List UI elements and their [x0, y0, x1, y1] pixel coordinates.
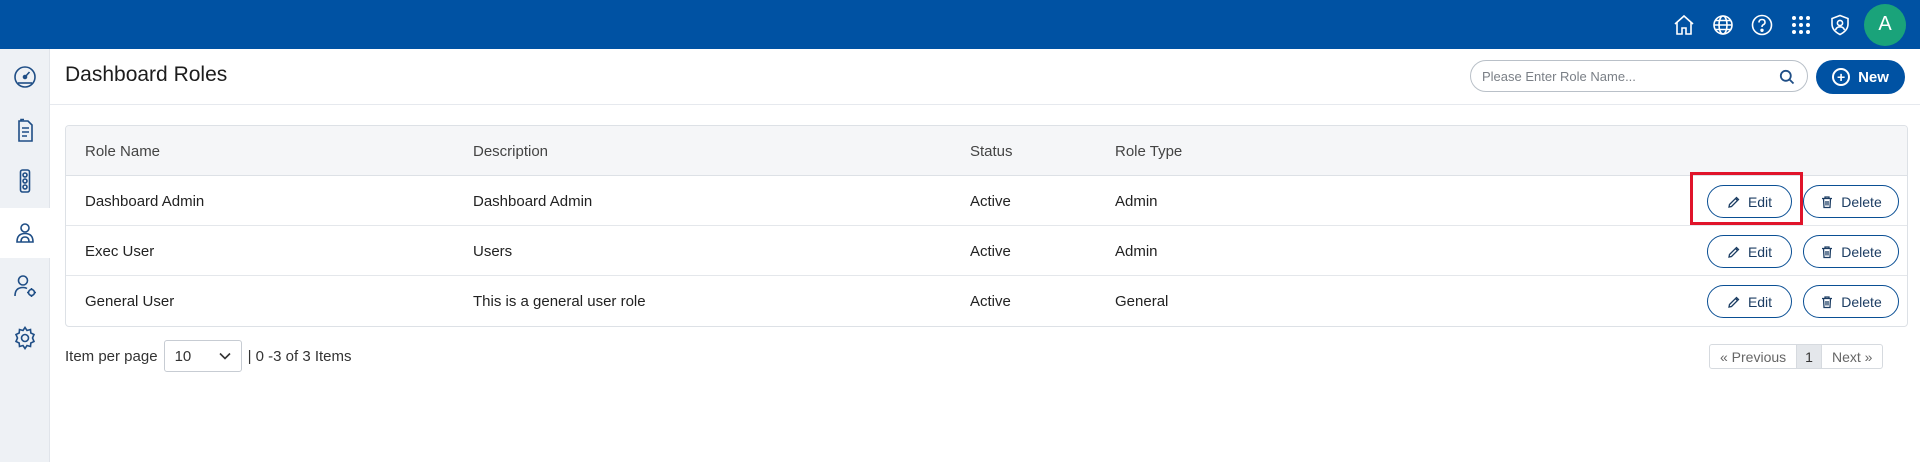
new-role-button[interactable]: + New	[1816, 60, 1905, 94]
sidebar-item-roles[interactable]	[0, 208, 50, 258]
apps-grid-icon[interactable]	[1787, 11, 1815, 39]
column-header-role-type[interactable]: Role Type	[1115, 126, 1182, 176]
trash-icon	[1822, 245, 1833, 258]
per-page-value: 10	[174, 347, 192, 365]
description-cell: Users	[473, 242, 513, 260]
edit-button[interactable]: Edit	[1707, 235, 1792, 268]
user-settings-icon	[14, 275, 36, 297]
avatar[interactable]: A	[1864, 3, 1906, 46]
delete-button-label: Delete	[1841, 243, 1882, 260]
delete-button[interactable]: Delete	[1803, 235, 1899, 268]
delete-button[interactable]: Delete	[1803, 185, 1899, 218]
security-user-icon[interactable]	[1826, 11, 1854, 39]
role-name-cell: Dashboard Admin	[85, 192, 205, 210]
previous-page-button[interactable]: « Previous	[1710, 345, 1798, 368]
status-cell: Active	[970, 192, 1011, 210]
items-summary: | 0 -3 of 3 Items	[247, 347, 352, 365]
delete-button-label: Delete	[1841, 193, 1882, 210]
column-header-status[interactable]: Status	[970, 126, 1013, 176]
page-header: Dashboard Roles + New	[50, 49, 1920, 105]
edit-button-label: Edit	[1747, 293, 1773, 310]
search-icon[interactable]	[1779, 69, 1795, 85]
traffic-light-icon	[19, 169, 31, 193]
edit-button-label: Edit	[1747, 193, 1773, 210]
pagination-info: Item per page 10 | 0 -3 of 3 Items	[65, 340, 352, 372]
role-name-cell: Exec User	[85, 242, 155, 260]
new-button-label: New	[1858, 68, 1889, 86]
document-icon	[18, 118, 33, 142]
delete-button-label: Delete	[1841, 293, 1882, 310]
per-page-select[interactable]: 10	[163, 340, 242, 372]
role-type-cell: Admin	[1115, 242, 1158, 260]
description-cell: This is a general user role	[473, 292, 646, 310]
per-page-label: Item per page	[65, 347, 158, 365]
dashboard-gauge-icon	[14, 66, 36, 88]
column-header-role-name[interactable]: Role Name	[85, 126, 160, 176]
sidebar-item-settings[interactable]	[0, 313, 50, 363]
page-1-button[interactable]: 1	[1797, 345, 1822, 368]
role-type-cell: Admin	[1115, 192, 1158, 210]
status-cell: Active	[970, 292, 1011, 310]
settings-gear-icon	[14, 326, 36, 350]
status-cell: Active	[970, 242, 1011, 260]
sidebar-item-documents[interactable]	[0, 106, 50, 156]
search-box	[1470, 60, 1808, 92]
role-type-cell: General	[1115, 292, 1169, 310]
search-input[interactable]	[1482, 68, 1772, 84]
pencil-icon	[1728, 246, 1740, 258]
globe-icon[interactable]	[1709, 11, 1737, 39]
sidebar-item-user-settings[interactable]	[0, 261, 50, 311]
table-row: General User This is a general user role…	[66, 276, 1907, 326]
column-header-description[interactable]: Description	[473, 126, 548, 176]
table-row: Dashboard Admin Dashboard Admin Active A…	[66, 176, 1907, 226]
chevron-down-icon	[218, 352, 231, 360]
edit-button[interactable]: Edit	[1707, 285, 1792, 318]
home-icon[interactable]	[1670, 11, 1698, 39]
pencil-icon	[1728, 296, 1740, 308]
table-header-row: Role Name Description Status Role Type	[66, 126, 1907, 176]
pagination: « Previous 1 Next »	[1709, 344, 1884, 369]
help-icon[interactable]	[1748, 11, 1776, 39]
pencil-icon	[1728, 196, 1740, 208]
sidebar-item-status[interactable]	[0, 156, 50, 206]
trash-icon	[1822, 295, 1833, 308]
plus-circle-icon: +	[1832, 68, 1851, 86]
top-bar: A	[0, 0, 1920, 49]
delete-button[interactable]: Delete	[1803, 285, 1899, 318]
trash-icon	[1822, 195, 1833, 208]
sidebar	[0, 49, 50, 462]
page-title: Dashboard Roles	[65, 63, 228, 86]
next-page-button[interactable]: Next »	[1822, 345, 1882, 368]
roles-icon	[16, 223, 34, 243]
main-content: Dashboard Roles + New Role Name Descript…	[50, 49, 1920, 462]
description-cell: Dashboard Admin	[473, 192, 593, 210]
table-row: Exec User Users Active Admin Edit Delete	[66, 226, 1907, 276]
role-name-cell: General User	[85, 292, 175, 310]
sidebar-item-dashboard[interactable]	[0, 51, 50, 101]
edit-button-label: Edit	[1747, 243, 1773, 260]
edit-button[interactable]: Edit	[1707, 185, 1792, 218]
roles-table: Role Name Description Status Role Type D…	[65, 125, 1908, 327]
